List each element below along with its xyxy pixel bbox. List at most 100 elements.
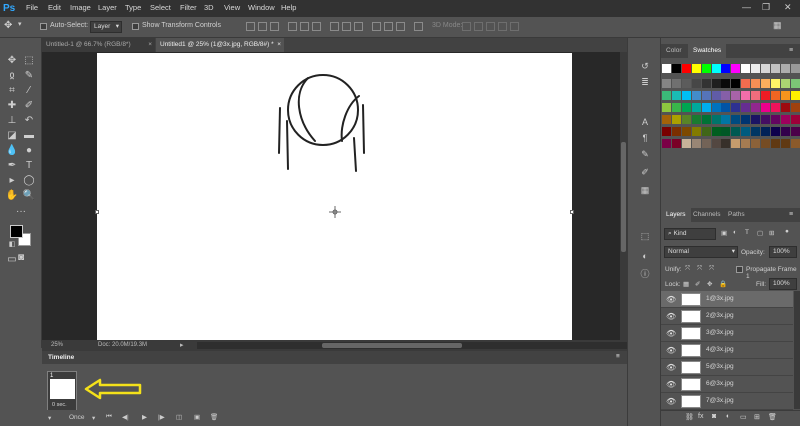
swatch[interactable]	[662, 64, 671, 73]
align-bottom-icon[interactable]	[270, 22, 279, 31]
type-filter-icon[interactable]: T	[745, 229, 749, 236]
previous-frame-icon[interactable]: ◀|	[122, 413, 129, 421]
3d-pan-icon[interactable]	[486, 22, 495, 31]
swatch[interactable]	[691, 79, 701, 88]
swatch[interactable]	[770, 139, 780, 148]
swatch[interactable]	[711, 103, 721, 112]
distribute-top-icon[interactable]	[330, 22, 339, 31]
swatch[interactable]	[741, 115, 751, 124]
swatch[interactable]	[741, 64, 751, 73]
swatch[interactable]	[701, 139, 711, 148]
history-brush-tool-icon[interactable]: ↶	[22, 115, 36, 127]
tab-layers[interactable]: Layers	[661, 208, 691, 222]
swatch[interactable]	[711, 79, 721, 88]
swatch[interactable]	[681, 115, 691, 124]
canvas-vertical-scrollbar[interactable]	[620, 52, 627, 340]
swatch[interactable]	[751, 127, 761, 136]
swatch[interactable]	[731, 64, 741, 73]
timeline-settings-icon[interactable]: ▾	[48, 414, 51, 422]
delete-layer-icon[interactable]: 🗑	[768, 413, 777, 421]
panel-menu-icon[interactable]: ≡	[789, 211, 793, 218]
libraries-panel-icon[interactable]: ⬚	[639, 230, 651, 242]
move-tool-icon[interactable]: ✥	[4, 20, 12, 31]
swatch[interactable]	[701, 64, 711, 73]
menu-help[interactable]: Help	[281, 3, 296, 12]
swatch[interactable]	[751, 103, 761, 112]
swatch[interactable]	[731, 139, 741, 148]
move-tool-icon[interactable]: ✥	[5, 55, 19, 67]
info-panel-icon[interactable]: ⓘ	[639, 268, 651, 280]
add-mask-icon[interactable]: ◙	[712, 413, 716, 420]
3d-slide-icon[interactable]	[498, 22, 507, 31]
swatch[interactable]	[691, 103, 701, 112]
foreground-color-swatch[interactable]	[10, 225, 23, 238]
swatch[interactable]	[790, 103, 800, 112]
zoom-level[interactable]: 25%	[51, 342, 63, 348]
screen-mode-icon[interactable]: ▭	[5, 254, 19, 266]
swatch[interactable]	[731, 115, 741, 124]
swatch[interactable]	[721, 103, 731, 112]
auto-align-icon[interactable]	[414, 22, 423, 31]
swatch[interactable]	[681, 127, 691, 136]
next-frame-icon[interactable]: |▶	[158, 413, 165, 421]
align-hcenter-icon[interactable]	[300, 22, 309, 31]
show-transform-checkbox[interactable]	[132, 23, 139, 30]
3d-scale-icon[interactable]	[510, 22, 519, 31]
transform-handle[interactable]	[95, 210, 99, 214]
swatch[interactable]	[731, 103, 741, 112]
swatch[interactable]	[671, 127, 681, 136]
swatch[interactable]	[751, 64, 761, 73]
smart-object-filter-icon[interactable]: ⊞	[769, 229, 774, 237]
restore-icon[interactable]: ❐	[762, 2, 770, 13]
swatch[interactable]	[731, 91, 741, 100]
brush-tool-icon[interactable]: ✐	[22, 100, 36, 112]
eye-icon[interactable]: 👁	[666, 397, 676, 406]
swatch[interactable]	[741, 127, 751, 136]
swatch[interactable]	[761, 79, 770, 88]
tab-channels[interactable]: Channels	[688, 208, 725, 222]
layer-row[interactable]: 👁 2@3x.jpg	[661, 308, 793, 325]
unify-visibility-icon[interactable]: ⤧	[697, 265, 702, 273]
swatch[interactable]	[790, 139, 800, 148]
swatch[interactable]	[662, 103, 671, 112]
swatch[interactable]	[761, 64, 770, 73]
shape-filter-icon[interactable]: ▢	[757, 229, 763, 237]
distribute-vcenter-icon[interactable]	[342, 22, 351, 31]
tab-swatches[interactable]: Swatches	[688, 44, 727, 58]
swatch[interactable]	[711, 115, 721, 124]
swatch[interactable]	[761, 115, 770, 124]
eye-icon[interactable]: 👁	[666, 363, 676, 372]
swatch[interactable]	[701, 91, 711, 100]
dodge-tool-icon[interactable]: ●	[22, 145, 36, 157]
swatch[interactable]	[691, 91, 701, 100]
loop-select[interactable]: Once	[69, 414, 85, 421]
auto-select-dropdown[interactable]: Layer ▾	[90, 21, 122, 33]
hand-tool-icon[interactable]: ✋	[5, 190, 19, 202]
delete-frame-icon[interactable]: 🗑	[210, 413, 218, 421]
swatch[interactable]	[711, 127, 721, 136]
transform-handle[interactable]	[570, 210, 574, 214]
ellipse-tool-icon[interactable]: ◯	[22, 175, 36, 187]
tween-icon[interactable]: ◫	[176, 413, 182, 421]
opacity-input[interactable]: 100%	[769, 246, 797, 258]
clone-stamp-tool-icon[interactable]: ⊥	[5, 115, 19, 127]
swatch[interactable]	[701, 79, 711, 88]
swatch[interactable]	[790, 127, 800, 136]
swatch[interactable]	[691, 64, 701, 73]
glyphs-panel-icon[interactable]: ✎	[639, 148, 651, 160]
new-adjustment-icon[interactable]: ◐	[726, 413, 730, 420]
tab-close-icon[interactable]: ×	[148, 38, 152, 52]
swatch[interactable]	[691, 127, 701, 136]
workspace-icon[interactable]: ▦	[773, 20, 782, 31]
brush-panel-icon[interactable]: ✐	[639, 166, 651, 178]
swatch[interactable]	[681, 103, 691, 112]
swatch[interactable]	[711, 139, 721, 148]
layer-row[interactable]: 👁 5@3x.jpg	[661, 359, 793, 376]
layer-row[interactable]: 👁 4@3x.jpg	[661, 342, 793, 359]
distribute-hcenter-icon[interactable]	[384, 22, 393, 31]
eye-icon[interactable]: 👁	[666, 346, 676, 355]
align-right-icon[interactable]	[312, 22, 321, 31]
swatch[interactable]	[662, 91, 671, 100]
layer-style-icon[interactable]: fx	[698, 413, 703, 420]
auto-select-checkbox[interactable]	[40, 23, 47, 30]
